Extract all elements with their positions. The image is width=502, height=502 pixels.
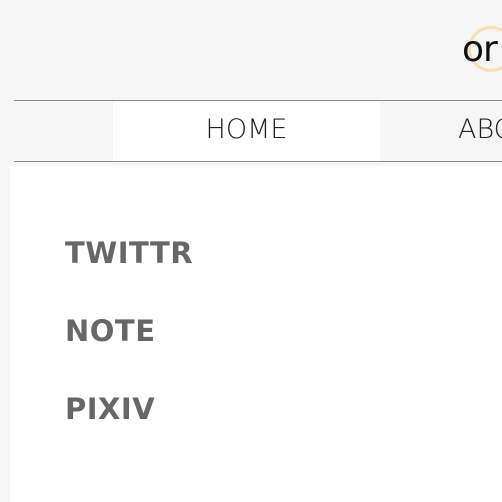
list-item: TWITTR xyxy=(65,236,193,314)
nav-item-about[interactable]: ABOUT xyxy=(458,101,502,161)
global-nav: HOME ABOUT xyxy=(14,100,502,162)
pixiv-link[interactable]: PIXIV xyxy=(65,392,155,426)
site-logo[interactable]: or xyxy=(462,26,502,78)
site-header: or xyxy=(0,0,502,100)
main-panel: TWITTR NOTE PIXIV xyxy=(10,166,502,502)
note-link[interactable]: NOTE xyxy=(65,314,156,348)
list-item: PIXIV xyxy=(65,392,193,470)
twitter-link[interactable]: TWITTR xyxy=(65,236,193,270)
sns-link-list: TWITTR NOTE PIXIV xyxy=(65,236,193,470)
nav-item-home[interactable]: HOME xyxy=(113,101,380,161)
logo-text: or xyxy=(462,29,498,70)
list-item: NOTE xyxy=(65,314,193,392)
